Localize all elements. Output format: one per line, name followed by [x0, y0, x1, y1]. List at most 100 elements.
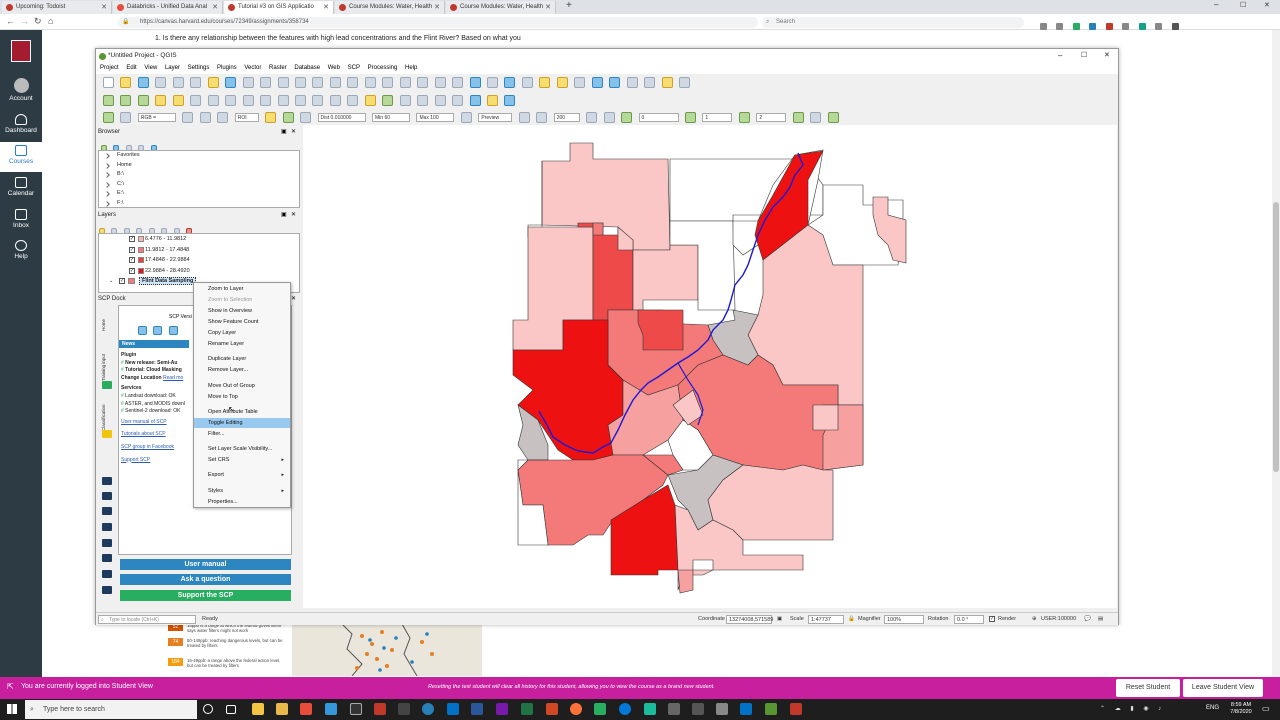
app-icon[interactable]	[422, 703, 434, 715]
app-icon[interactable]	[325, 703, 337, 715]
measure-icon[interactable]	[644, 77, 656, 88]
legend-class-row[interactable]: ✓ 11.9812 - 17.4848	[99, 245, 299, 256]
scp-band-icon[interactable]	[621, 112, 633, 123]
copy-features-icon[interactable]	[277, 95, 289, 106]
app-icon[interactable]	[374, 703, 386, 715]
redo-icon[interactable]	[329, 95, 341, 106]
browser-tab[interactable]: Databricks - Unified Data Anal ✕	[113, 1, 223, 14]
zoom-to-selection-icon[interactable]	[312, 77, 324, 88]
maximize-icon[interactable]: ☐	[1240, 1, 1246, 9]
browser-tab[interactable]: Upcoming: Todoist ✕	[2, 1, 112, 14]
scp-yellow-icon[interactable]	[102, 430, 112, 438]
app-icon[interactable]	[790, 703, 802, 715]
scale-field[interactable]: 1:47737	[808, 615, 844, 624]
menu-processing[interactable]: Processing	[368, 65, 398, 71]
browser-item-home[interactable]: Home	[99, 161, 299, 171]
back-icon[interactable]: ←	[6, 16, 15, 26]
close-icon[interactable]: ✕	[212, 1, 218, 14]
save-edits-icon[interactable]	[190, 95, 202, 106]
menu-raster[interactable]: Raster	[269, 65, 287, 71]
statistics-icon[interactable]	[626, 77, 638, 88]
expand-icon[interactable]: ⌄	[109, 276, 113, 287]
deselect-icon[interactable]	[574, 77, 586, 88]
app-icon[interactable]	[668, 703, 680, 715]
map-tips-icon[interactable]	[661, 77, 673, 88]
scp-news-tab[interactable]: News	[119, 340, 189, 348]
ask-question-button[interactable]: Ask a question	[120, 574, 291, 585]
paste-features-icon[interactable]	[294, 95, 306, 106]
label-icon[interactable]	[347, 95, 359, 106]
plugin-icon[interactable]	[486, 95, 498, 106]
windows-start-icon[interactable]	[7, 704, 17, 714]
legend-class-row[interactable]: ✓ 17.4848 - 22.9884	[99, 255, 299, 266]
scp-tool-icon[interactable]	[102, 477, 112, 485]
undo-icon[interactable]	[312, 95, 324, 106]
show-bookmarks-icon[interactable]	[452, 77, 464, 88]
scp-link[interactable]: User manual of SCP	[121, 419, 191, 427]
pan-to-selection-icon[interactable]	[242, 77, 254, 88]
word-icon[interactable]	[471, 703, 483, 715]
menu-move-to-top[interactable]: Move to Top	[194, 392, 290, 402]
menu-set-scale-visibility[interactable]: Set Layer Scale Visibility...	[194, 444, 290, 454]
close-icon[interactable]: ✕	[323, 1, 329, 14]
roi-field[interactable]: ROI	[234, 113, 259, 122]
current-edits-icon[interactable]	[155, 95, 167, 106]
text-annotation-icon[interactable]	[678, 77, 690, 88]
nav-courses[interactable]: Courses	[0, 142, 42, 172]
pan-icon[interactable]	[225, 77, 237, 88]
nav-calendar[interactable]: Calendar	[0, 177, 42, 197]
zoom-native-icon[interactable]	[347, 77, 359, 88]
temporal-icon[interactable]	[486, 77, 498, 88]
app-icon[interactable]	[716, 703, 728, 715]
refresh-icon[interactable]	[469, 77, 481, 88]
coordinate-field[interactable]: 13274008,571589	[726, 615, 773, 624]
save-as-icon[interactable]	[155, 77, 167, 88]
page-scrollbar[interactable]	[1272, 30, 1280, 677]
checkbox[interactable]: ✓	[119, 278, 125, 284]
zoom-out-icon[interactable]	[277, 77, 289, 88]
processing-toolbox-icon[interactable]	[609, 77, 621, 88]
support-scp-button[interactable]: Support the SCP	[120, 590, 291, 601]
nav-account[interactable]: Account	[0, 78, 42, 102]
folder-icon[interactable]	[276, 703, 288, 715]
scp-main-icon[interactable]	[103, 112, 114, 123]
cortana-icon[interactable]	[203, 704, 213, 714]
menu-duplicate-layer[interactable]: Duplicate Layer	[194, 354, 290, 364]
show-hide-labels-icon[interactable]	[399, 95, 411, 106]
browser-item-drive[interactable]: E:\	[99, 189, 299, 199]
close-icon[interactable]: ✕	[1104, 49, 1110, 63]
menu-plugins[interactable]: Plugins	[217, 65, 237, 71]
n1-field[interactable]: 0	[638, 113, 679, 122]
menu-rename-layer[interactable]: Rename Layer	[194, 339, 290, 349]
nav-inbox[interactable]: Inbox	[0, 209, 42, 229]
menu-filter[interactable]: Filter...	[194, 429, 290, 439]
scp-download-icon[interactable]	[168, 326, 178, 335]
menu-copy-layer[interactable]: Copy Layer	[194, 328, 290, 338]
crs-label[interactable]: USER:100000	[1041, 613, 1076, 626]
browser-tab[interactable]: Course Modules: Water, Health ✕	[446, 1, 556, 14]
new-3d-view-icon[interactable]	[417, 77, 429, 88]
close-icon[interactable]: ✕	[101, 1, 107, 14]
lock-scale-icon[interactable]: 🔒	[848, 613, 855, 626]
close-icon[interactable]: ✕	[545, 1, 551, 14]
tab-classification[interactable]: Classification	[101, 404, 106, 431]
legend-class-row[interactable]: ✓ 22.9884 - 28.4920	[99, 266, 299, 277]
menu-zoom-to-selection[interactable]: Zoom to Selection	[194, 295, 290, 305]
digitize-icon[interactable]	[207, 95, 219, 106]
min-field[interactable]: Min 60	[371, 113, 410, 122]
scp-band4-icon[interactable]	[792, 112, 804, 123]
identify-icon[interactable]	[504, 77, 516, 88]
tab-training-input[interactable]: Training input	[101, 354, 106, 381]
terminal-icon[interactable]	[350, 703, 362, 715]
close-panel-icon[interactable]: ✕	[291, 295, 296, 302]
task-view-icon[interactable]	[226, 705, 236, 714]
file-explorer-icon[interactable]	[252, 703, 264, 715]
action-icon[interactable]	[521, 77, 533, 88]
browser-item-drive[interactable]: C:\	[99, 180, 299, 190]
qgis-icon[interactable]	[765, 703, 777, 715]
language-indicator[interactable]: ENG	[1206, 705, 1219, 711]
menu-styles[interactable]: Styles ▸	[194, 486, 290, 496]
bookmark-icon[interactable]	[434, 77, 446, 88]
forward-icon[interactable]: →	[20, 16, 29, 26]
rotation-field[interactable]: 0.0 °	[954, 615, 984, 624]
